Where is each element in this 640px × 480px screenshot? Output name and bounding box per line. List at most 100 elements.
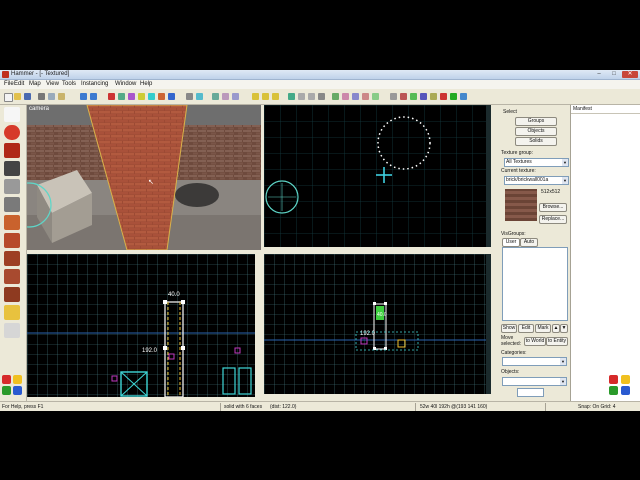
run-map-icon[interactable] (332, 93, 339, 100)
menu-view[interactable]: View (46, 81, 59, 87)
green-circle-icon[interactable] (450, 93, 457, 100)
to-entity-button[interactable]: to Entity (546, 337, 568, 346)
minimize-button[interactable]: ‒ (592, 71, 606, 78)
check-problems-icon[interactable] (342, 93, 349, 100)
snap-to-grid-icon[interactable] (252, 93, 259, 100)
grid-icon[interactable] (212, 93, 219, 100)
flip-vertical-icon[interactable] (308, 93, 315, 100)
group-icon[interactable] (118, 93, 125, 100)
camera-viewport[interactable]: ↖ camera (27, 105, 261, 250)
lighting-preview-icon[interactable] (420, 93, 427, 100)
texture-lock-icon[interactable] (186, 93, 193, 100)
texture-application-tool-icon[interactable] (4, 197, 20, 212)
wireframe-view-icon[interactable] (390, 93, 397, 100)
menu-instancing[interactable]: Instancing (81, 81, 108, 87)
to-world-button[interactable]: to World (524, 337, 546, 346)
yellow-flag-icon[interactable] (621, 375, 630, 384)
sprite-icon[interactable] (460, 93, 467, 100)
hide-icon[interactable] (138, 93, 145, 100)
blue-flag-icon[interactable] (621, 386, 630, 395)
status-size: 52w 40l 192h @(193 141 160) (420, 404, 488, 410)
current-texture-select[interactable]: brick/brickwall001a ▼ (504, 176, 569, 185)
visgroup-down-icon[interactable]: ▼ (560, 324, 568, 333)
green-flag-icon[interactable] (2, 386, 11, 395)
flip-horizontal-icon[interactable] (298, 93, 305, 100)
3d-grid-icon[interactable] (262, 93, 269, 100)
carve-icon[interactable] (108, 93, 115, 100)
browse-button[interactable]: Browse... (539, 203, 567, 212)
open-folder-icon[interactable] (14, 93, 21, 100)
overlay-tool-icon[interactable] (4, 251, 20, 266)
cordon-icon[interactable] (430, 93, 437, 100)
entity-tool-icon[interactable] (4, 161, 20, 176)
visgroup-show-button[interactable]: Show (501, 324, 517, 333)
objects-select[interactable]: ▼ (502, 377, 567, 386)
maximize-button[interactable]: □ (607, 71, 621, 78)
visgroup-icon[interactable] (148, 93, 155, 100)
align-icon[interactable] (318, 93, 325, 100)
objects-button[interactable]: Objects (515, 127, 557, 136)
front-viewport[interactable]: 40.0 192.0 (27, 254, 255, 397)
cut-icon[interactable] (38, 93, 45, 100)
menu-tools[interactable]: Tools (62, 81, 76, 87)
categories-select[interactable]: ▼ (502, 357, 567, 366)
visgroups-list[interactable] (502, 247, 568, 321)
grid-bigger-icon[interactable] (222, 93, 229, 100)
textured-view-icon[interactable] (410, 93, 417, 100)
flat-view-icon[interactable] (400, 93, 407, 100)
top-viewport[interactable] (264, 105, 491, 247)
paste-icon[interactable] (58, 93, 65, 100)
apply-texture-tool-icon[interactable] (4, 215, 20, 230)
magnify-tool-icon[interactable] (4, 125, 20, 140)
visgroup-mark-button[interactable]: Mark (535, 324, 551, 333)
path-tool-icon[interactable] (4, 305, 20, 320)
displacement-tool-icon[interactable] (4, 323, 20, 338)
solids-button[interactable]: Solids (515, 137, 557, 146)
new-file-icon[interactable] (4, 93, 13, 102)
close-button[interactable]: ✕ (622, 71, 638, 78)
grid-smaller-icon[interactable] (232, 93, 239, 100)
selection-tool-icon[interactable] (4, 107, 20, 122)
helpers-icon[interactable] (272, 93, 279, 100)
menu-window[interactable]: Window (115, 81, 136, 87)
menu-map[interactable]: Map (29, 81, 41, 87)
texture-group-select[interactable]: All Textures ▼ (504, 158, 569, 167)
toggle-texlock-icon[interactable] (372, 93, 379, 100)
visgroup-up-icon[interactable]: ▲ (552, 324, 560, 333)
select-all-icon[interactable] (288, 93, 295, 100)
red-flag-icon[interactable] (2, 375, 11, 384)
yellow-flag-icon[interactable] (13, 375, 22, 384)
cm-icon[interactable] (440, 93, 447, 100)
camera-tool-icon[interactable] (4, 143, 20, 158)
block-tool-icon[interactable] (4, 179, 20, 194)
menu-edit[interactable]: Edit (14, 81, 24, 87)
copy-icon[interactable] (48, 93, 55, 100)
toggle-models-icon[interactable] (362, 93, 369, 100)
ungroup-icon[interactable] (128, 93, 135, 100)
tab-auto[interactable]: Auto (520, 238, 538, 247)
objects-count-spinner[interactable] (517, 388, 544, 397)
texture-scale-lock-icon[interactable] (196, 93, 203, 100)
tab-user[interactable]: User (502, 238, 520, 247)
side-viewport-scrollbar[interactable] (486, 254, 491, 394)
visgroup-edit-button[interactable]: Edit (518, 324, 534, 333)
green-flag-icon[interactable] (609, 386, 618, 395)
vertex-tool-icon[interactable] (4, 287, 20, 302)
tie-to-entity-icon[interactable] (158, 93, 165, 100)
redo-icon[interactable] (90, 93, 97, 100)
properties-icon[interactable] (352, 93, 359, 100)
blue-flag-icon[interactable] (13, 386, 22, 395)
move-to-world-icon[interactable] (168, 93, 175, 100)
undo-icon[interactable] (80, 93, 87, 100)
decal-tool-icon[interactable] (4, 233, 20, 248)
horizontal-splitter[interactable] (27, 250, 491, 254)
menu-file[interactable]: File (4, 81, 14, 87)
top-viewport-scrollbar[interactable] (486, 105, 491, 247)
clipping-tool-icon[interactable] (4, 269, 20, 284)
replace-button[interactable]: Replace... (539, 215, 567, 224)
groups-button[interactable]: Groups (515, 117, 557, 126)
save-icon[interactable] (24, 93, 31, 100)
side-viewport[interactable]: 192.0 40.0 (264, 254, 491, 394)
red-flag-icon[interactable] (609, 375, 618, 384)
menu-help[interactable]: Help (140, 81, 152, 87)
